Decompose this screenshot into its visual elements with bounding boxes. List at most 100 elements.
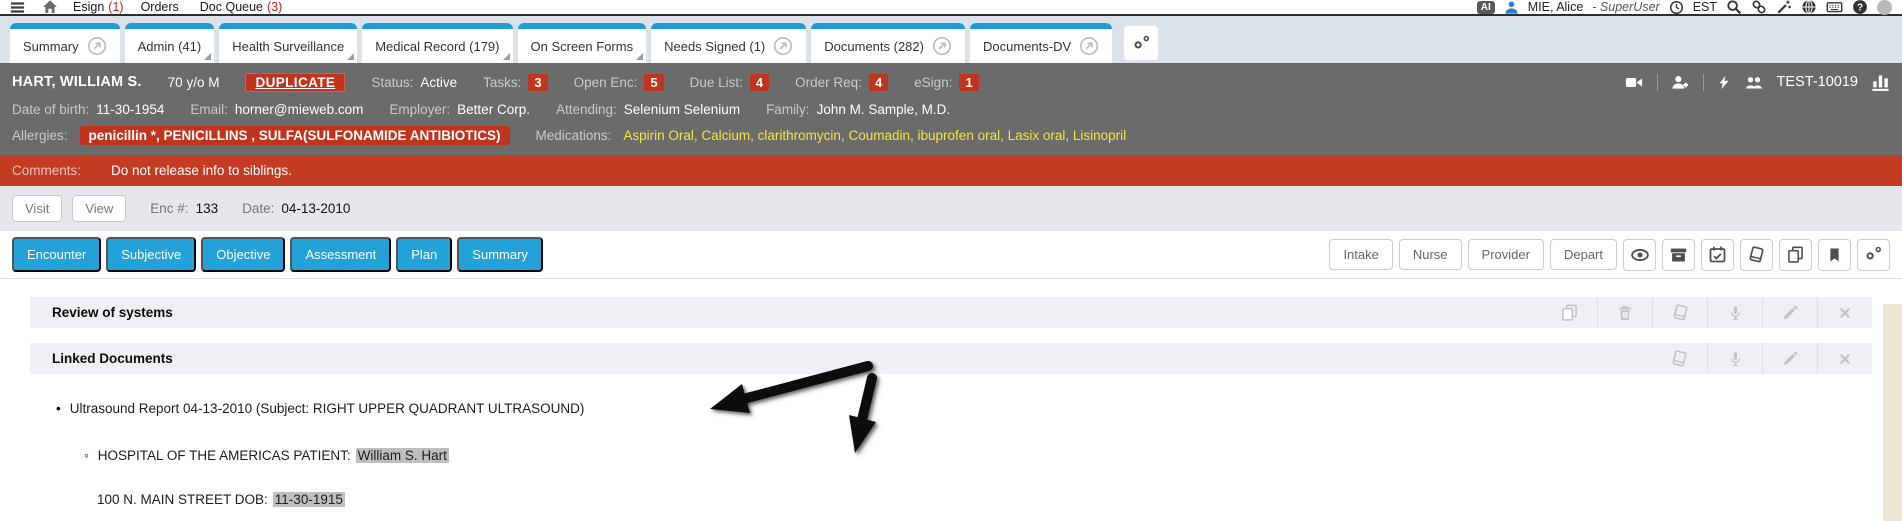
journal-section-button[interactable] — [1652, 297, 1707, 328]
search-icon[interactable] — [1726, 0, 1742, 15]
delete-section-button[interactable] — [1597, 297, 1652, 328]
tab-documents-dv[interactable]: Documents-DV — [970, 23, 1112, 63]
bookmark-icon — [1827, 247, 1842, 263]
enc-number-label: Enc #: — [150, 201, 188, 216]
ai-badge[interactable]: AI — [1477, 1, 1495, 14]
nav-item-orders[interactable]: Orders — [141, 0, 183, 14]
employer-value: Better Corp. — [457, 102, 530, 117]
divider — [1657, 74, 1658, 91]
hamburger-menu-icon[interactable] — [10, 0, 25, 15]
popout-icon[interactable] — [932, 36, 952, 56]
medication-link[interactable]: Calcium — [694, 128, 750, 143]
tab-health-surveillance[interactable]: Health Surveillance — [219, 23, 357, 63]
keyboard-icon[interactable] — [1826, 0, 1843, 15]
tab-needs-signed[interactable]: Needs Signed (1) — [651, 23, 806, 63]
view-toggle-button[interactable] — [1623, 239, 1656, 271]
avatar[interactable] — [1877, 0, 1892, 15]
allergies-value[interactable]: penicillin *, PENICILLINS , SULFA(SULFON… — [80, 126, 510, 145]
chart-stats-icon[interactable] — [1871, 73, 1890, 91]
wand-icon[interactable] — [1776, 0, 1792, 15]
intake-button[interactable]: Intake — [1329, 239, 1392, 270]
family-label: Family: — [766, 102, 810, 117]
people-icon[interactable] — [1744, 74, 1764, 91]
tab-assessment[interactable]: Assessment — [290, 237, 391, 272]
tab-plan[interactable]: Plan — [396, 237, 452, 272]
medication-link[interactable]: Aspirin Oral — [623, 128, 694, 143]
tab-on-screen-forms[interactable]: On Screen Forms — [518, 23, 647, 63]
globe-icon[interactable] — [1801, 0, 1817, 15]
lightning-bolt-icon[interactable] — [1717, 74, 1731, 91]
bookmark-button[interactable] — [1818, 239, 1851, 271]
medication-link[interactable]: Coumadin — [841, 128, 910, 143]
dictate-section-button[interactable] — [1707, 297, 1762, 328]
tab-medical-record[interactable]: Medical Record (179) — [362, 23, 512, 63]
clock-icon[interactable] — [1669, 0, 1684, 15]
archive-icon — [1670, 246, 1687, 263]
close-section-button[interactable] — [1817, 297, 1872, 328]
medication-link[interactable]: Lisinopril — [1065, 128, 1126, 143]
status-label: Status: — [371, 75, 413, 90]
edit-section-button[interactable] — [1762, 297, 1817, 328]
popout-icon[interactable] — [87, 36, 107, 56]
close-section-button[interactable] — [1817, 343, 1872, 374]
note-content: Review of systems Linked Documents • Ult… — [0, 297, 1902, 521]
esign-count-badge[interactable]: 1 — [959, 74, 978, 91]
dictate-section-button[interactable] — [1707, 343, 1762, 374]
nav-item-esign[interactable]: Esign(1) — [73, 0, 124, 14]
journal-section-button[interactable] — [1652, 343, 1707, 374]
divider — [1703, 74, 1704, 91]
patient-name[interactable]: HART, WILLIAM S. — [12, 74, 142, 90]
nav-count: (1) — [108, 0, 123, 14]
visit-button[interactable]: Visit — [12, 195, 62, 222]
document-detail-text: HOSPITAL OF THE AMERICAS PATIENT: — [98, 448, 351, 463]
user-name[interactable]: MIE, Alice — [1528, 0, 1584, 14]
duplicate-badge[interactable]: DUPLICATE — [245, 73, 345, 92]
medication-link[interactable]: clarithromycin — [750, 128, 841, 143]
family-value: John M. Sample, M.D. — [817, 102, 951, 117]
linked-document-item[interactable]: • Ultrasound Report 04-13-2010 (Subject:… — [56, 401, 1902, 416]
help-icon[interactable] — [1852, 0, 1868, 15]
tab-objective[interactable]: Objective — [201, 237, 285, 272]
tab-label: Documents (282) — [824, 39, 924, 54]
tab-admin[interactable]: Admin (41) — [125, 23, 215, 63]
book-icon — [1672, 304, 1689, 321]
medication-link[interactable]: ibuprofen oral — [910, 128, 1000, 143]
archive-button[interactable] — [1662, 239, 1695, 271]
depart-button[interactable]: Depart — [1550, 239, 1617, 270]
link-icon[interactable] — [1751, 0, 1767, 15]
attending-value: Selenium Selenium — [624, 102, 740, 117]
home-icon[interactable] — [42, 0, 58, 15]
schedule-button[interactable] — [1701, 239, 1734, 271]
due-list-count-badge[interactable]: 4 — [750, 74, 769, 91]
linked-document-title[interactable]: Ultrasound Report 04-13-2010 (Subject: R… — [70, 401, 585, 416]
copy-chart-button[interactable] — [1779, 239, 1812, 271]
tab-label: Health Surveillance — [232, 39, 344, 54]
due-list-label: Due List: — [690, 75, 743, 90]
order-req-count-badge[interactable]: 4 — [869, 74, 888, 91]
edit-section-button[interactable] — [1762, 343, 1817, 374]
tab-note-summary[interactable]: Summary — [457, 237, 543, 272]
nurse-button[interactable]: Nurse — [1399, 239, 1462, 270]
view-button[interactable]: View — [72, 195, 126, 222]
add-person-icon[interactable] — [1671, 74, 1690, 91]
popout-icon[interactable] — [773, 36, 793, 56]
journal-button[interactable] — [1740, 239, 1773, 271]
provider-button[interactable]: Provider — [1468, 239, 1544, 270]
note-section-bar: Encounter Subjective Objective Assessmen… — [0, 231, 1902, 279]
tab-settings-button[interactable] — [1123, 25, 1159, 61]
open-enc-count-badge[interactable]: 5 — [644, 74, 663, 91]
nav-item-doc-queue[interactable]: Doc Queue(3) — [200, 0, 283, 14]
dob-highlight: 11-30-1915 — [273, 492, 345, 507]
copy-section-button[interactable] — [1542, 297, 1597, 328]
settings-button[interactable] — [1857, 239, 1890, 271]
popout-icon[interactable] — [1079, 36, 1099, 56]
tab-summary[interactable]: Summary — [10, 23, 120, 63]
tab-documents[interactable]: Documents (282) — [811, 23, 965, 63]
tasks-count-badge[interactable]: 3 — [528, 74, 547, 91]
tab-encounter[interactable]: Encounter — [12, 237, 101, 272]
email-value[interactable]: horner@mieweb.com — [235, 102, 364, 117]
video-camera-icon[interactable] — [1624, 74, 1644, 91]
tab-subjective[interactable]: Subjective — [106, 237, 196, 272]
patient-summary-row: HART, WILLIAM S. 70 y/o M DUPLICATE Stat… — [12, 73, 1890, 92]
medication-link[interactable]: Lasix oral — [1000, 128, 1065, 143]
